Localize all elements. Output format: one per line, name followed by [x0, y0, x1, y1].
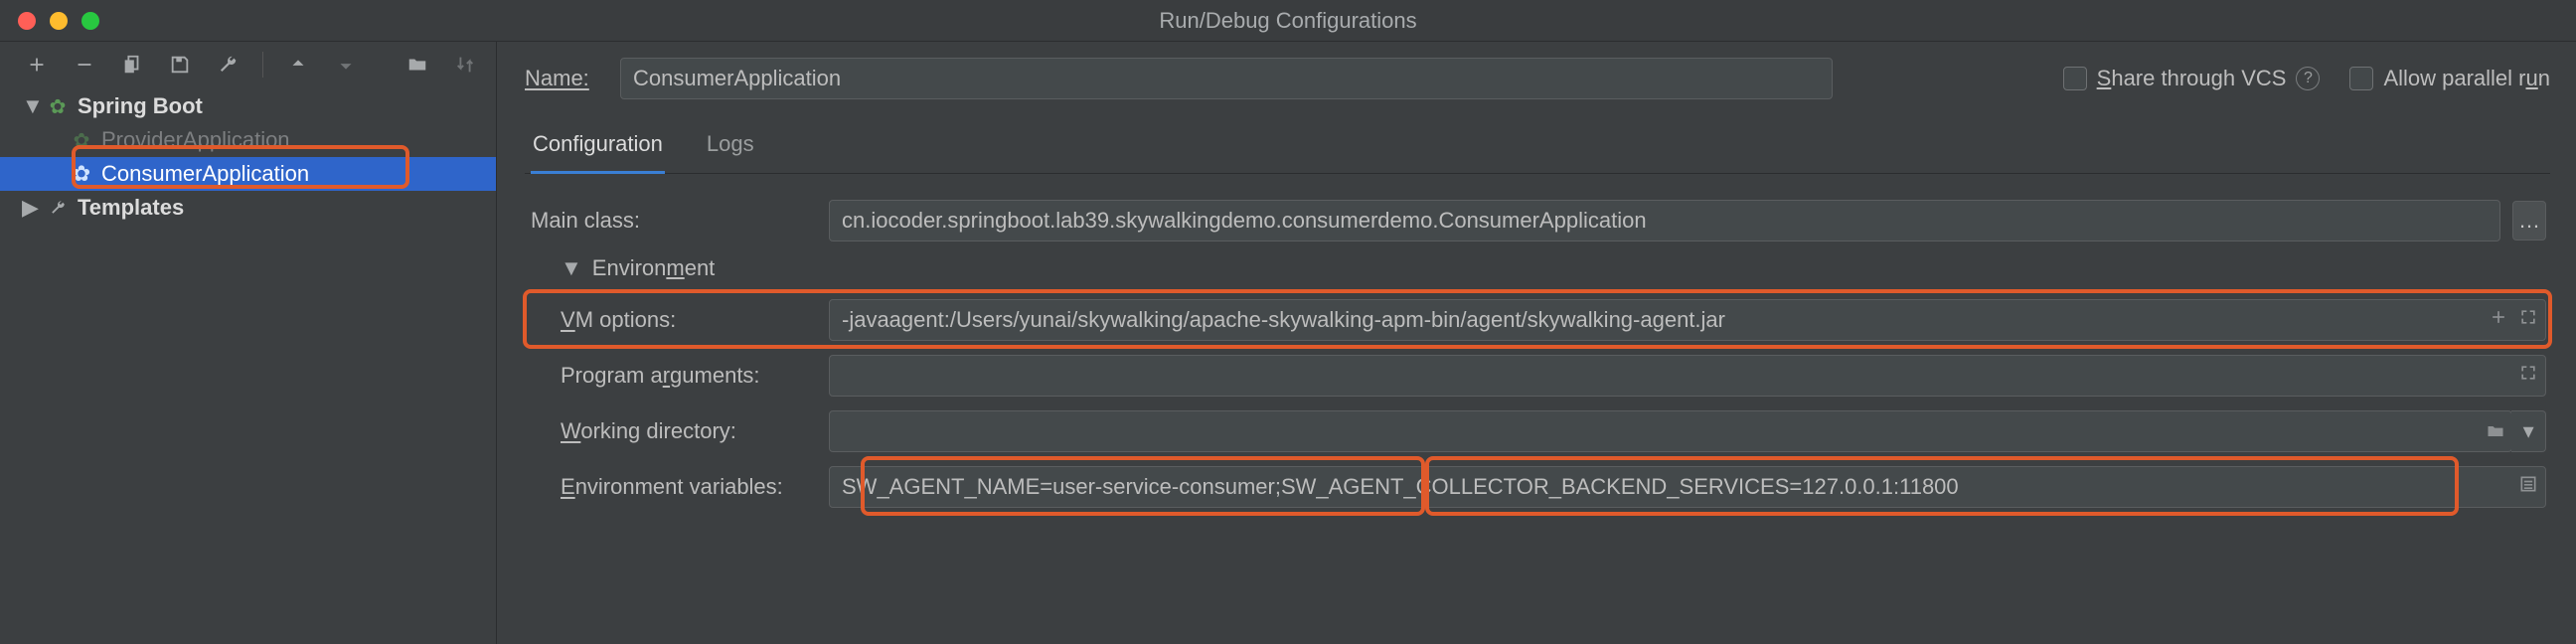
program-args-row: Program arguments: [531, 355, 2546, 397]
chevron-down-icon: ▼ [22, 93, 38, 119]
add-icon[interactable] [24, 52, 50, 78]
wrench-icon [46, 199, 70, 217]
tree-node-spring-boot[interactable]: ▼ ✿ Spring Boot [0, 89, 496, 123]
spring-boot-icon: ✿ [46, 94, 70, 119]
name-row: Name: SShare through VCShare through VCS… [525, 58, 2550, 99]
environment-label: Environment [592, 255, 716, 281]
tabs: Configuration Logs [525, 121, 2550, 174]
list-icon[interactable] [2518, 474, 2538, 500]
program-args-input[interactable] [829, 355, 2546, 397]
working-dir-input[interactable] [829, 410, 2480, 452]
name-label: Name: [525, 66, 620, 91]
tree-label: Spring Boot [78, 93, 203, 119]
parallel-checkbox[interactable]: Allow parallel run [2349, 66, 2550, 91]
parallel-label: Allow parallel run [2383, 66, 2550, 91]
environment-section-header[interactable]: ▼ Environment [561, 255, 2546, 281]
folder-move-icon[interactable] [404, 52, 430, 78]
remove-icon[interactable] [72, 52, 97, 78]
chevron-down-icon: ▼ [561, 255, 582, 281]
env-vars-input[interactable] [829, 466, 2546, 508]
working-dir-row: Working directory: ▾ [531, 410, 2546, 452]
tree-label: ProviderApplication [101, 127, 290, 153]
vm-options-row: VM options: [531, 299, 2546, 341]
name-input[interactable] [620, 58, 1833, 99]
chevron-right-icon: ▶ [22, 195, 38, 221]
titlebar: Run/Debug Configurations [0, 0, 2576, 42]
window-title: Run/Debug Configurations [0, 8, 2576, 34]
tab-configuration[interactable]: Configuration [531, 121, 665, 174]
tree-node-templates[interactable]: ▶ Templates [0, 191, 496, 225]
env-vars-row: Environment variables: [531, 466, 2546, 508]
program-args-label: Program arguments: [531, 363, 829, 389]
expand-icon[interactable] [2518, 307, 2538, 333]
wrench-icon[interactable] [215, 52, 241, 78]
tree-label: Templates [78, 195, 184, 221]
folder-icon[interactable] [2479, 410, 2513, 452]
main-class-input[interactable] [829, 200, 2500, 242]
tree-item-consumer[interactable]: ✿ ConsumerApplication [0, 157, 496, 191]
share-checkbox[interactable]: SShare through VCShare through VCS ? [2063, 66, 2321, 91]
divider [262, 52, 263, 78]
top-options: SShare through VCShare through VCS ? All… [2063, 66, 2550, 91]
down-icon[interactable] [333, 52, 359, 78]
vm-options-label: VM options: [531, 307, 829, 333]
share-label: SShare through VCShare through VCS [2097, 66, 2287, 91]
env-vars-label: Environment variables: [531, 474, 829, 500]
main-panel: Name: SShare through VCShare through VCS… [497, 42, 2576, 644]
configuration-form: Main class: … ▼ Environment VM options: [525, 174, 2550, 522]
copy-icon[interactable] [119, 52, 145, 78]
main-class-label: Main class: [531, 208, 829, 234]
tree-label: ConsumerApplication [101, 161, 309, 187]
tree-item-provider[interactable]: ✿ ProviderApplication [0, 123, 496, 157]
help-icon[interactable]: ? [2296, 67, 2320, 90]
tab-logs[interactable]: Logs [705, 121, 756, 173]
checkbox-icon [2349, 67, 2373, 90]
save-icon[interactable] [167, 52, 193, 78]
working-dir-label: Working directory: [531, 418, 829, 444]
spring-boot-icon: ✿ [70, 128, 93, 153]
main-class-row: Main class: … [531, 200, 2546, 242]
expand-icon[interactable] [2518, 363, 2538, 389]
config-tree: ▼ ✿ Spring Boot ✿ ProviderApplication ✿ … [0, 83, 496, 225]
add-icon[interactable] [2489, 307, 2508, 333]
checkbox-icon [2063, 67, 2087, 90]
chevron-down-icon[interactable]: ▾ [2511, 410, 2546, 452]
browse-button[interactable]: … [2512, 201, 2546, 241]
up-icon[interactable] [285, 52, 311, 78]
sort-icon[interactable] [452, 52, 478, 78]
sidebar-toolbar [0, 42, 496, 83]
vm-options-input[interactable] [829, 299, 2546, 341]
sidebar: ▼ ✿ Spring Boot ✿ ProviderApplication ✿ … [0, 42, 497, 644]
spring-boot-icon: ✿ [70, 161, 93, 187]
